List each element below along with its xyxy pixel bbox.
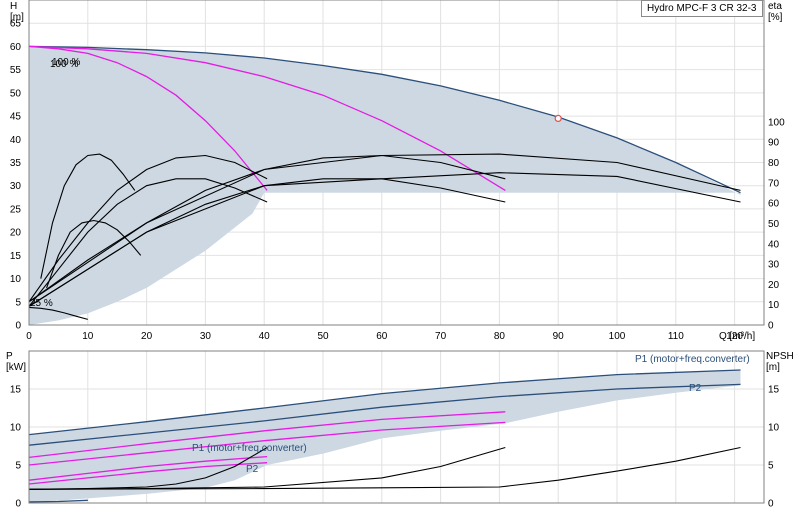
p2-label-left: P2 [246,464,259,475]
head-ytick-label: 5 [15,297,21,308]
head-xtick-label: 50 [317,331,329,342]
head-ytick-label: 35 [10,158,22,169]
head-ytick-label: 15 [10,251,22,262]
speed-label-100-overlap: 100 % [52,57,80,68]
duty-point-marker [554,114,562,122]
head-y2tick-label: 60 [768,199,780,210]
head-xtick-label: 40 [259,331,271,342]
head-ytick-label: 0 [15,321,21,332]
head-ytick-label: 60 [10,42,22,53]
power-ytick-label: 10 [10,423,22,434]
head-y2axis-label-unit: [%] [768,12,783,23]
head-xtick-label: 20 [141,331,153,342]
head-xtick-label: 80 [494,331,506,342]
head-y2tick-label: 40 [768,239,780,250]
head-y2tick-label: 10 [768,300,780,311]
power-ytick-label: 0 [15,499,21,510]
p1-label-right: P1 (motor+freq.converter) [635,354,750,365]
head-ytick-label: 45 [10,112,22,123]
head-xtick-label: 0 [26,331,32,342]
power-y2tick-label: 0 [768,499,774,510]
head-xtick-label: 60 [376,331,388,342]
head-y2tick-label: 20 [768,280,780,291]
head-xaxis-label: Q [m³/h] [719,331,755,342]
p2-label-right: P2 [689,383,702,394]
power-y2axis-label-symbol: NPSH [766,351,794,362]
head-xtick-label: 100 [609,331,626,342]
head-xtick-label: 110 [668,331,684,342]
power-y2tick-label: 5 [768,461,774,472]
head-y2tick-label: 90 [768,138,780,149]
head-xtick-label: 70 [435,331,447,342]
head-yaxis-label-unit: [m] [10,12,24,23]
power-yaxis-label-unit: [kW] [6,362,26,373]
head-y2tick-label: 100 [768,117,785,128]
power-ytick-label: 15 [10,385,22,396]
pump-title: Hydro MPC-F 3 CR 32-3 [641,0,763,17]
head-yaxis-label-symbol: H [10,1,17,12]
power-ytick-label: 5 [15,461,21,472]
power-y2tick-label: 10 [768,423,780,434]
head-y2tick-label: 80 [768,158,780,169]
head-y2tick-label: 30 [768,260,780,271]
head-xtick-label: 30 [200,331,212,342]
head-ytick-label: 50 [10,88,22,99]
head-y2tick-label: 70 [768,178,780,189]
head-ytick-label: 55 [10,65,22,76]
head-ytick-label: 20 [10,228,22,239]
head-ytick-label: 10 [10,274,22,285]
head-y2axis-label-symbol: eta [768,1,782,12]
head-y2tick-label: 0 [768,321,774,332]
head-ytick-label: 40 [10,135,22,146]
head-ytick-label: 25 [10,204,22,215]
head-ytick-label: 30 [10,181,22,192]
power-y2axis-label-unit: [m] [766,362,780,373]
head-y2tick-label: 50 [768,219,780,230]
speed-label-25: 25 % [30,298,53,309]
head-xtick-label: 10 [82,331,94,342]
power-yaxis-label-symbol: P [6,351,13,362]
power-y2tick-label: 15 [768,385,780,396]
chart-canvas: 0510152025303540455055606501020304050607… [6,0,794,510]
head-xtick-label: 90 [553,331,565,342]
pump-performance-chart: 0 5 10 15 20 25 30 35 40 45 50 55 60 65 0 10 20 30 40 50 60 7… [0,0,800,520]
p1-label-left: P1 (motor+freq.converter) [192,443,307,454]
